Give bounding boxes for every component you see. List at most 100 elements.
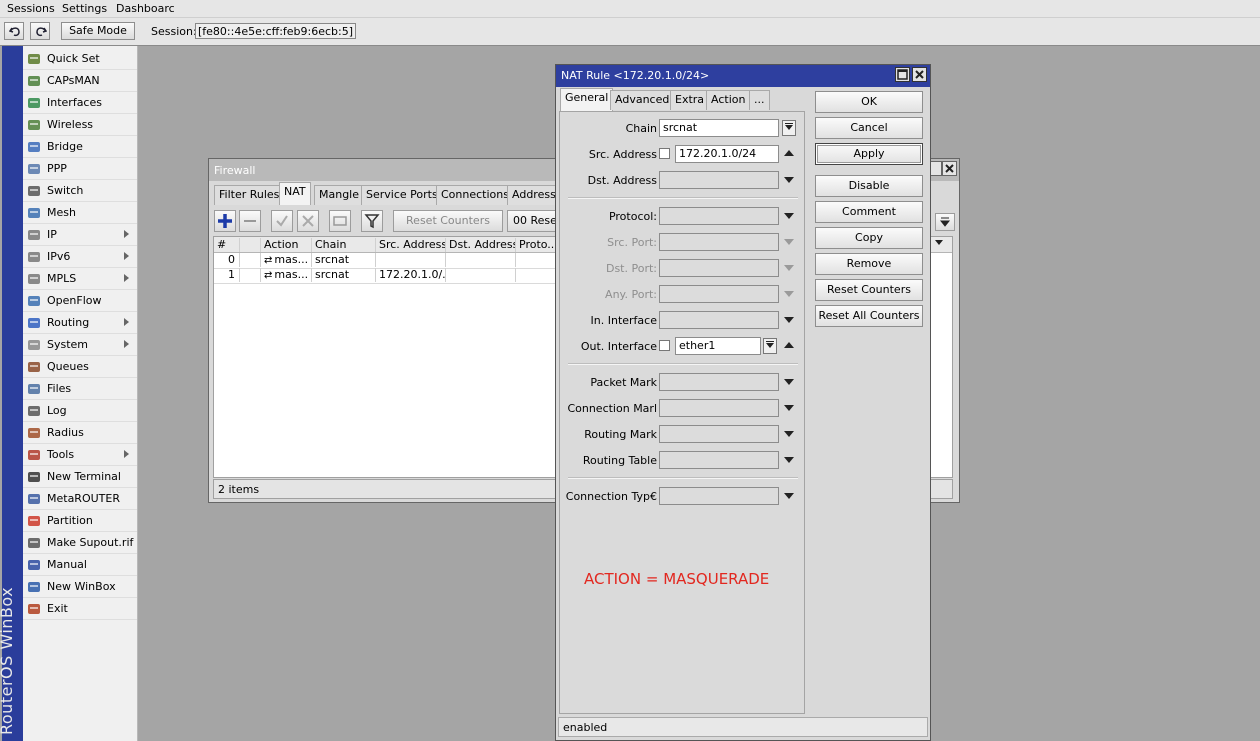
table-row[interactable]: 1 ⇄ mas... srcnat 172.20.1.0/... — [214, 268, 556, 284]
sidebar-item-make-supout-rif[interactable]: Make Supout.rif — [23, 533, 137, 554]
protocol-field[interactable] — [659, 207, 779, 225]
menu-sessions[interactable]: Sessions — [7, 2, 55, 15]
sidebar-item-partition[interactable]: Partition — [23, 511, 137, 532]
tab-advanced[interactable]: Advanced — [610, 90, 675, 110]
table-row[interactable]: 0 ⇄ mas... srcnat — [214, 253, 556, 269]
chain-dropdown-button[interactable] — [782, 120, 796, 136]
sidebar-item-new-winbox[interactable]: New WinBox — [23, 577, 137, 598]
packet-mark-field[interactable] — [659, 373, 779, 391]
reset-counters-button[interactable]: Reset Counters — [393, 210, 503, 232]
connection-mark-field[interactable] — [659, 399, 779, 417]
sidebar-item-manual[interactable]: Manual — [23, 555, 137, 576]
sidebar-item-ppp[interactable]: PPP — [23, 159, 137, 180]
collapse-arrow-icon[interactable] — [784, 150, 794, 156]
in-interface-field[interactable] — [659, 311, 779, 329]
column-dropdown[interactable] — [930, 238, 952, 252]
column-header[interactable]: Action — [261, 238, 312, 252]
sidebar-item-wireless[interactable]: Wireless — [23, 115, 137, 136]
sidebar-item-mesh[interactable]: Mesh — [23, 203, 137, 224]
column-header[interactable] — [240, 238, 261, 252]
tab-more[interactable]: ... — [749, 90, 770, 110]
reset-all-counters-button[interactable]: Reset All Counters — [815, 305, 923, 327]
tab-action[interactable]: Action — [706, 90, 751, 110]
enable-button[interactable] — [271, 210, 293, 232]
sidebar-item-capsman[interactable]: CAPsMAN — [23, 71, 137, 92]
connection-type-field[interactable] — [659, 487, 779, 505]
apply-button[interactable]: Apply — [815, 143, 923, 165]
routing-mark-field[interactable] — [659, 425, 779, 443]
sidebar-item-interfaces[interactable]: Interfaces — [23, 93, 137, 114]
menu-settings[interactable]: Settings — [62, 2, 107, 15]
tab-general[interactable]: General — [560, 88, 614, 111]
remove-button[interactable] — [239, 210, 261, 232]
copy-button[interactable]: Copy — [815, 227, 923, 249]
nat-dialog-titlebar[interactable]: NAT Rule <172.20.1.0/24> — [556, 65, 930, 87]
tab-address-lists[interactable]: Address — [507, 185, 561, 205]
sidebar-item-ipv6[interactable]: IPv6 — [23, 247, 137, 268]
sidebar-item-routing[interactable]: Routing — [23, 313, 137, 334]
expand-arrow-icon[interactable] — [784, 379, 794, 385]
dst-address-field[interactable] — [659, 171, 779, 189]
expand-arrow-icon[interactable] — [784, 493, 794, 499]
routing-table-field[interactable] — [659, 451, 779, 469]
tab-extra[interactable]: Extra — [670, 90, 710, 110]
column-header[interactable]: Dst. Address — [446, 238, 516, 252]
expand-arrow-icon[interactable] — [784, 317, 794, 323]
sidebar-item-switch[interactable]: Switch — [23, 181, 137, 202]
tab-filter-rules[interactable]: Filter Rules — [214, 185, 285, 205]
sidebar-item-openflow[interactable]: OpenFlow — [23, 291, 137, 312]
chain-field[interactable]: srcnat — [659, 119, 779, 137]
sidebar-item-system[interactable]: System — [23, 335, 137, 356]
find-dropdown-button[interactable] — [935, 213, 955, 231]
sidebar-item-exit[interactable]: Exit — [23, 599, 137, 620]
comment-button[interactable]: Comment — [815, 201, 923, 223]
close-button[interactable] — [912, 67, 927, 82]
ok-button[interactable]: OK — [815, 91, 923, 113]
comment-button[interactable] — [329, 210, 351, 232]
expand-arrow-icon[interactable] — [784, 177, 794, 183]
tab-connections[interactable]: Connections — [436, 185, 514, 205]
session-field[interactable]: [fe80::4e5e:cff:feb9:6ecb:5] — [195, 23, 357, 39]
tab-mangle[interactable]: Mangle — [314, 185, 365, 205]
column-header[interactable]: Src. Address — [376, 238, 446, 252]
undo-button[interactable] — [4, 22, 24, 40]
collapse-arrow-icon[interactable] — [784, 342, 794, 348]
sidebar-item-radius[interactable]: Radius — [23, 423, 137, 444]
redo-button[interactable] — [30, 22, 50, 40]
filter-button[interactable] — [361, 210, 383, 232]
sidebar-item-quick-set[interactable]: Quick Set — [23, 49, 137, 70]
maximize-button[interactable] — [895, 67, 910, 82]
sidebar-item-ip[interactable]: IP — [23, 225, 137, 246]
src-address-field[interactable]: 172.20.1.0/24 — [675, 145, 779, 163]
sidebar-item-metarouter[interactable]: MetaROUTER — [23, 489, 137, 510]
safe-mode-button[interactable]: Safe Mode — [61, 22, 135, 40]
sidebar-item-files[interactable]: Files — [23, 379, 137, 400]
sidebar-item-queues[interactable]: Queues — [23, 357, 137, 378]
cancel-button[interactable]: Cancel — [815, 117, 923, 139]
src-address-negate-checkbox[interactable] — [659, 148, 670, 159]
disable-button[interactable]: Disable — [815, 175, 923, 197]
out-interface-dropdown-button[interactable] — [763, 338, 777, 354]
sidebar-item-log[interactable]: Log — [23, 401, 137, 422]
disable-button[interactable] — [297, 210, 319, 232]
sidebar-item-bridge[interactable]: Bridge — [23, 137, 137, 158]
firewall-close-button[interactable] — [942, 161, 957, 176]
expand-arrow-icon[interactable] — [784, 457, 794, 463]
out-interface-negate-checkbox[interactable] — [659, 340, 670, 351]
sidebar-item-new-terminal[interactable]: New Terminal — [23, 467, 137, 488]
expand-arrow-icon[interactable] — [784, 431, 794, 437]
column-header[interactable]: # — [214, 238, 240, 252]
out-interface-field[interactable]: ether1 — [675, 337, 761, 355]
add-button[interactable] — [214, 210, 236, 232]
expand-arrow-icon[interactable] — [784, 405, 794, 411]
tab-nat[interactable]: NAT — [279, 182, 311, 205]
expand-arrow-icon[interactable] — [784, 213, 794, 219]
column-header[interactable]: Proto... — [516, 238, 556, 252]
column-header[interactable]: Chain — [312, 238, 376, 252]
tab-service-ports[interactable]: Service Ports — [361, 185, 443, 205]
remove-button[interactable]: Remove — [815, 253, 923, 275]
sidebar-item-mpls[interactable]: MPLS — [23, 269, 137, 290]
sidebar-item-tools[interactable]: Tools — [23, 445, 137, 466]
menu-dashboard[interactable]: Dashboarc — [116, 2, 175, 15]
reset-counters-button[interactable]: Reset Counters — [815, 279, 923, 301]
